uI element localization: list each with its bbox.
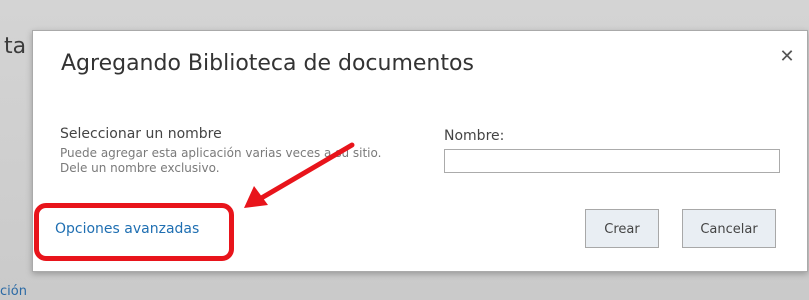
- annotation-arrow-icon: [244, 142, 355, 208]
